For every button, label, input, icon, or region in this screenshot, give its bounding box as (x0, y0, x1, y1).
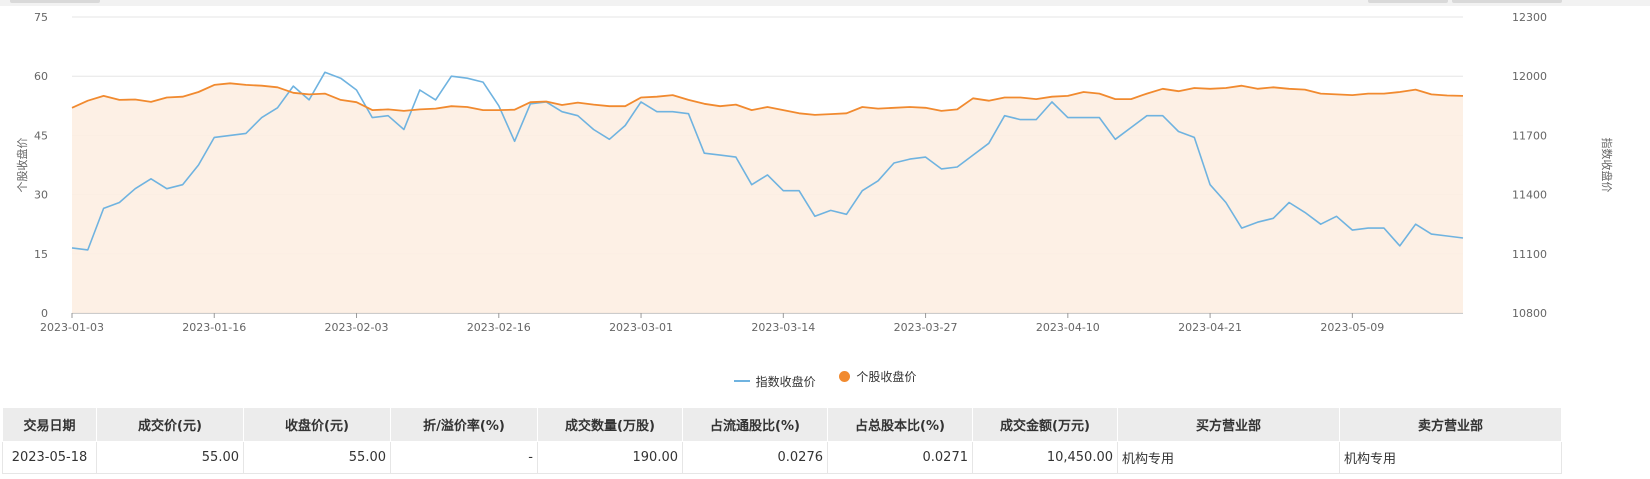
table-row: 2023-05-18 55.00 55.00 - 190.00 0.0276 0… (2, 441, 1562, 474)
x-tick-label: 2023-03-01 (609, 321, 673, 334)
price-chart: 0 15 30 45 60 75 10800 11100 11400 11700 12000 1230… (0, 6, 1650, 401)
cell-trade-date: 2023-05-18 (2, 441, 97, 474)
y-left-axis-title: 个股收盘价 (15, 138, 29, 193)
chart-canvas: 0 15 30 45 60 75 10800 11100 11400 11700 12000 1230… (15, 11, 1614, 334)
y-left-tick-label: 60 (34, 70, 48, 83)
x-tick-label: 2023-01-03 (40, 321, 104, 334)
cell-total-ratio: 0.0271 (827, 441, 973, 474)
y-right-tick-label: 11700 (1512, 129, 1547, 142)
y-right-tick-label: 11400 (1512, 189, 1547, 202)
x-tick-label: 2023-05-09 (1320, 321, 1384, 334)
y-right-tick-label: 10800 (1512, 307, 1547, 320)
stock-area-fill (72, 83, 1463, 313)
cell-volume: 190.00 (537, 441, 683, 474)
y-left-tick-label: 0 (41, 307, 48, 320)
col-trade-price[interactable]: 成交价(元) (96, 407, 244, 442)
col-amount[interactable]: 成交金额(万元) (972, 407, 1118, 442)
cell-trade-price: 55.00 (96, 441, 244, 474)
table-header-row: 交易日期 成交价(元) 收盘价(元) 折/溢价率(%) 成交数量(万股) 占流通… (2, 407, 1562, 442)
cell-buyer[interactable]: 机构专用 (1117, 441, 1340, 474)
cell-close-price: 55.00 (243, 441, 391, 474)
x-tick-label: 2023-04-10 (1036, 321, 1100, 334)
chart-legend: 指数收盘价 个股收盘价 (0, 368, 1650, 390)
toolbar-tab-far-right[interactable] (1452, 0, 1562, 3)
col-buyer[interactable]: 买方营业部 (1117, 407, 1340, 442)
x-tick-label: 2023-03-14 (751, 321, 815, 334)
legend-item-index[interactable]: 指数收盘价 (733, 373, 816, 390)
x-tick-label: 2023-04-21 (1178, 321, 1242, 334)
block-trade-table: 交易日期 成交价(元) 收盘价(元) 折/溢价率(%) 成交数量(万股) 占流通… (2, 407, 1562, 474)
y-left-tick-label: 15 (34, 248, 48, 261)
col-float-ratio[interactable]: 占流通股比(%) (682, 407, 828, 442)
legend-line-swatch-icon (733, 380, 750, 382)
y-left-tick-label: 30 (34, 189, 48, 202)
x-tick-label: 2023-02-16 (467, 321, 531, 334)
x-tick-label: 2023-02-03 (325, 321, 389, 334)
cell-seller[interactable]: 机构专用 (1339, 441, 1562, 474)
legend-item-stock[interactable]: 个股收盘价 (839, 368, 916, 385)
col-trade-date[interactable]: 交易日期 (2, 407, 97, 442)
x-tick-label: 2023-03-27 (894, 321, 958, 334)
col-premium-rate[interactable]: 折/溢价率(%) (390, 407, 538, 442)
y-right-tick-label: 12300 (1512, 11, 1547, 24)
legend-label-stock: 个股收盘价 (856, 370, 917, 384)
legend-dot-swatch-icon (839, 371, 851, 382)
legend-label-index: 指数收盘价 (755, 374, 816, 389)
cell-premium-rate: - (390, 441, 538, 474)
col-volume[interactable]: 成交数量(万股) (537, 407, 683, 442)
toolbar-tab-left[interactable] (10, 0, 100, 3)
y-left-tick-label: 45 (34, 129, 48, 142)
y-right-axis-title: 指数收盘价 (1600, 138, 1614, 193)
y-right-tick-label: 11100 (1512, 248, 1547, 261)
col-total-ratio[interactable]: 占总股本比(%) (827, 407, 973, 442)
cell-amount: 10,450.00 (972, 441, 1118, 474)
cell-float-ratio: 0.0276 (682, 441, 828, 474)
toolbar-tab-right[interactable] (1368, 0, 1448, 3)
col-seller[interactable]: 卖方营业部 (1339, 407, 1562, 442)
y-right-tick-label: 12000 (1512, 70, 1547, 83)
x-tick-label: 2023-01-16 (182, 321, 246, 334)
y-left-tick-label: 75 (34, 11, 48, 24)
col-close-price[interactable]: 收盘价(元) (243, 407, 391, 442)
